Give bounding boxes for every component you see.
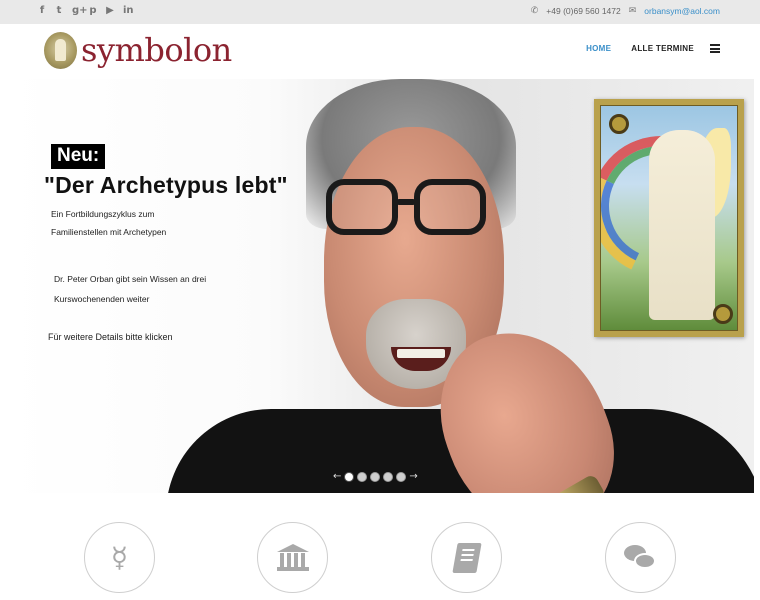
- hero-headline[interactable]: "Der Archetypus lebt": [44, 172, 288, 199]
- slider-dot[interactable]: [383, 472, 394, 482]
- hero-text-line: Ein Fortbildungszyklus zum: [51, 209, 155, 219]
- slider-dot[interactable]: [344, 472, 355, 482]
- logo-text: symbolon: [81, 31, 232, 69]
- hero-text-line: Familienstellen mit Archetypen: [51, 227, 167, 237]
- main-nav: HOME ALLE TERMINE: [566, 44, 720, 53]
- site-logo[interactable]: symbolon: [44, 30, 232, 70]
- hero-text-line: Dr. Peter Orban gibt sein Wissen an drei: [54, 274, 207, 284]
- slider-dot[interactable]: [357, 472, 368, 482]
- nav-alle-termine[interactable]: ALLE TERMINE: [631, 44, 694, 53]
- slider-dot[interactable]: [370, 472, 381, 482]
- hero-slider[interactable]: Neu: "Der Archetypus lebt" Ein Fortbildu…: [6, 79, 754, 493]
- comments-icon[interactable]: [605, 522, 676, 593]
- institution-icon[interactable]: [257, 522, 328, 593]
- pentacle-icon: [713, 304, 733, 324]
- slider-pagination: ← →: [333, 472, 418, 482]
- slider-next-arrow-icon[interactable]: →: [409, 472, 417, 482]
- menu-hamburger-icon[interactable]: [710, 44, 720, 53]
- social-links: f t g+ p ▶ in: [38, 5, 134, 17]
- google-plus-icon[interactable]: g+: [72, 5, 88, 17]
- pinterest-icon[interactable]: p: [89, 5, 97, 17]
- nav-home[interactable]: HOME: [586, 44, 611, 53]
- contact-info: ✆ +49 (0)69 560 1472 ✉ orbansym@aol.com: [531, 6, 720, 16]
- feature-icons-row: ☿: [0, 500, 760, 600]
- new-badge: Neu:: [51, 144, 106, 169]
- site-header: symbolon HOME ALLE TERMINE: [0, 24, 760, 77]
- top-bar: f t g+ p ▶ in ✆ +49 (0)69 560 1472 ✉ orb…: [0, 0, 760, 24]
- details-link[interactable]: Für weitere Details bitte klicken: [48, 332, 173, 342]
- logo-emblem-icon: [44, 31, 77, 69]
- book-icon[interactable]: [431, 522, 502, 593]
- facebook-icon[interactable]: f: [38, 5, 46, 17]
- pentacle-icon: [609, 114, 629, 134]
- youtube-icon[interactable]: ▶: [106, 5, 114, 17]
- mercury-symbol-icon[interactable]: ☿: [84, 522, 155, 593]
- slider-prev-arrow-icon[interactable]: ←: [333, 472, 341, 482]
- phone-number: +49 (0)69 560 1472: [546, 6, 621, 16]
- phone-icon: ✆: [530, 6, 539, 16]
- envelope-icon: ✉: [628, 6, 637, 16]
- twitter-icon[interactable]: t: [55, 5, 63, 17]
- linkedin-icon[interactable]: in: [123, 5, 134, 17]
- tarot-card-image: [594, 99, 744, 337]
- email-link[interactable]: orbansym@aol.com: [644, 6, 720, 16]
- hero-text-line: Kurswochenenden weiter: [54, 294, 150, 304]
- slider-dot[interactable]: [396, 472, 407, 482]
